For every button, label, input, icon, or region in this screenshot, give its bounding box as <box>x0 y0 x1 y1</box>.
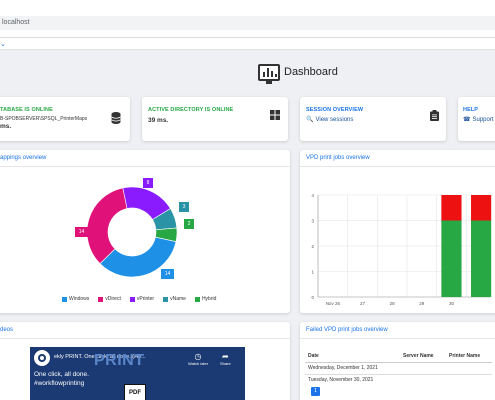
hybrid-label: 2 <box>184 219 194 229</box>
legend-label: vDirect <box>105 296 121 302</box>
y-tick-label: 0 <box>311 295 314 300</box>
windows-label: 14 <box>161 269 174 279</box>
view-sessions-label: View sessions <box>315 116 354 123</box>
table-header-row: Date Server Name Printer Name <box>305 350 492 363</box>
table-cell-server <box>400 361 446 374</box>
pdf-icon: PDF <box>124 384 146 400</box>
legend-item-vdirect[interactable]: vDirect <box>98 296 121 302</box>
clock-icon: ◷ <box>194 352 202 361</box>
vprinter-label: 8 <box>143 178 153 188</box>
table-row[interactable]: Wednesday, December 1, 2021 <box>305 361 492 374</box>
legend-item-vprinter[interactable]: vPrinter <box>129 296 155 302</box>
share-icon: ➦ <box>221 352 229 361</box>
table-cell-date: Tuesday, November 30, 2021 <box>305 373 400 386</box>
table-row[interactable]: Tuesday, November 30, 2021 <box>305 373 492 386</box>
channel-logo-icon <box>34 350 50 366</box>
legend-item-windows[interactable]: Windows <box>62 296 89 302</box>
failed-jobs-title: Failed VPD print jobs overview <box>306 327 388 333</box>
view-sessions-link[interactable]: 🔍 View sessions <box>306 116 354 124</box>
legend-label: Hybrid <box>201 296 217 302</box>
video-tagline: One click, all done. <box>34 371 89 378</box>
database-card: TABASE IS ONLINE B-SPOBSERVER\SPSQL_Prin… <box>0 97 130 141</box>
ad-status: ACTIVE DIRECTORY IS ONLINE <box>148 107 234 113</box>
session-heading: SESSION OVERVIEW <box>306 107 364 113</box>
support-label: Support <box>472 116 494 123</box>
mappings-title: appings overview <box>0 155 47 161</box>
x-tick-label: 29 <box>419 301 425 306</box>
bar-segment-series-0[interactable] <box>471 220 492 298</box>
legend-item-vname[interactable]: vName <box>163 296 186 302</box>
browser-bar: localhost <box>0 0 495 38</box>
x-tick-label: 28 <box>390 301 396 306</box>
video-player[interactable]: ekly PRINT. One click, all done. (Ho... … <box>30 347 245 400</box>
watch-later-button[interactable]: ◷ Watch later <box>188 352 208 366</box>
legend-swatch <box>62 296 67 302</box>
legend-label: vName <box>170 296 186 302</box>
help-card: HELP ☎ Support <box>458 97 495 141</box>
videos-title: deos <box>0 327 14 333</box>
dashboard-title: Dashboard <box>284 66 338 78</box>
legend-swatch <box>129 296 135 302</box>
legend-label: Windows <box>69 296 90 302</box>
pagination-page-1[interactable]: 1 <box>311 387 320 396</box>
divider <box>0 338 290 339</box>
session-card: SESSION OVERVIEW 🔍 View sessions <box>300 97 446 141</box>
column-header-printer[interactable]: Printer Name <box>446 350 492 363</box>
y-tick-label: 2 <box>311 244 314 249</box>
database-latency: ms. <box>0 123 12 130</box>
y-tick-label: 3 <box>311 219 314 224</box>
legend-swatch <box>163 296 169 302</box>
x-tick-label: Nov 26 <box>326 301 341 306</box>
watch-later-label: Watch later <box>188 361 209 366</box>
vname-label: 3 <box>179 202 189 212</box>
dashboard-icon <box>258 63 280 84</box>
divider <box>0 166 290 167</box>
video-hashtag: #workflowprinting <box>34 380 85 387</box>
active-directory-card: ACTIVE DIRECTORY IS ONLINE 39 ms. <box>142 97 288 141</box>
table-cell-printer <box>446 361 492 374</box>
legend-item-hybrid[interactable]: Hybrid <box>194 296 217 302</box>
bar-segment-series-1[interactable] <box>471 195 492 221</box>
address-bar[interactable]: localhost <box>0 16 495 30</box>
windows-icon <box>270 110 280 120</box>
y-tick-label: 1 <box>311 270 314 275</box>
video-brand: PRINT <box>94 352 145 369</box>
mappings-legend: Windows vDirect vPrinter vName Hybrid <box>62 296 225 302</box>
database-server: B-SPOBSERVER\SPSQL_PrinterMaps <box>0 116 88 122</box>
failed-jobs-table: Date Server Name Printer Name Wednesday,… <box>305 350 492 386</box>
table-cell-server <box>400 373 446 386</box>
divider <box>300 166 495 167</box>
divider <box>300 338 495 339</box>
vpd-jobs-bar-chart: 0 1 2 3 4 Nov 26 27 28 29 30 <box>311 193 492 306</box>
vdirect-label: 14 <box>75 227 88 237</box>
ad-latency: 39 ms. <box>148 117 169 124</box>
help-heading: HELP <box>463 107 479 113</box>
vpd-jobs-title: VPD print jobs overview <box>306 155 370 161</box>
donut-slice-vdirect[interactable] <box>86 187 128 265</box>
url-text: localhost <box>2 19 30 26</box>
legend-swatch <box>98 296 104 302</box>
x-tick-label: 30 <box>449 301 455 306</box>
column-header-server[interactable]: Server Name <box>400 350 446 363</box>
table-cell-printer <box>446 373 492 386</box>
page-title: Dashboard <box>258 60 338 84</box>
y-tick-label: 4 <box>311 193 314 198</box>
x-tick-label: 27 <box>360 301 366 306</box>
legend-swatch <box>194 296 200 302</box>
top-nav: ⌄ <box>0 38 495 50</box>
share-button[interactable]: ➦ Share <box>220 352 231 366</box>
support-link[interactable]: ☎ Support <box>463 116 494 124</box>
column-header-date[interactable]: Date <box>305 350 400 363</box>
table-cell-date: Wednesday, December 1, 2021 <box>305 361 400 374</box>
bar-segment-series-0[interactable] <box>441 220 462 298</box>
legend-label: vPrinter <box>136 296 155 302</box>
bar-segment-series-1[interactable] <box>441 195 462 221</box>
share-label: Share <box>220 361 231 366</box>
menu-caret-icon[interactable]: ⌄ <box>0 40 6 48</box>
clipboard-icon <box>430 110 439 121</box>
support-icon: ☎ <box>463 117 471 123</box>
database-status: TABASE IS ONLINE <box>0 107 53 113</box>
search-icon: 🔍 <box>306 117 314 123</box>
database-icon <box>111 112 121 124</box>
